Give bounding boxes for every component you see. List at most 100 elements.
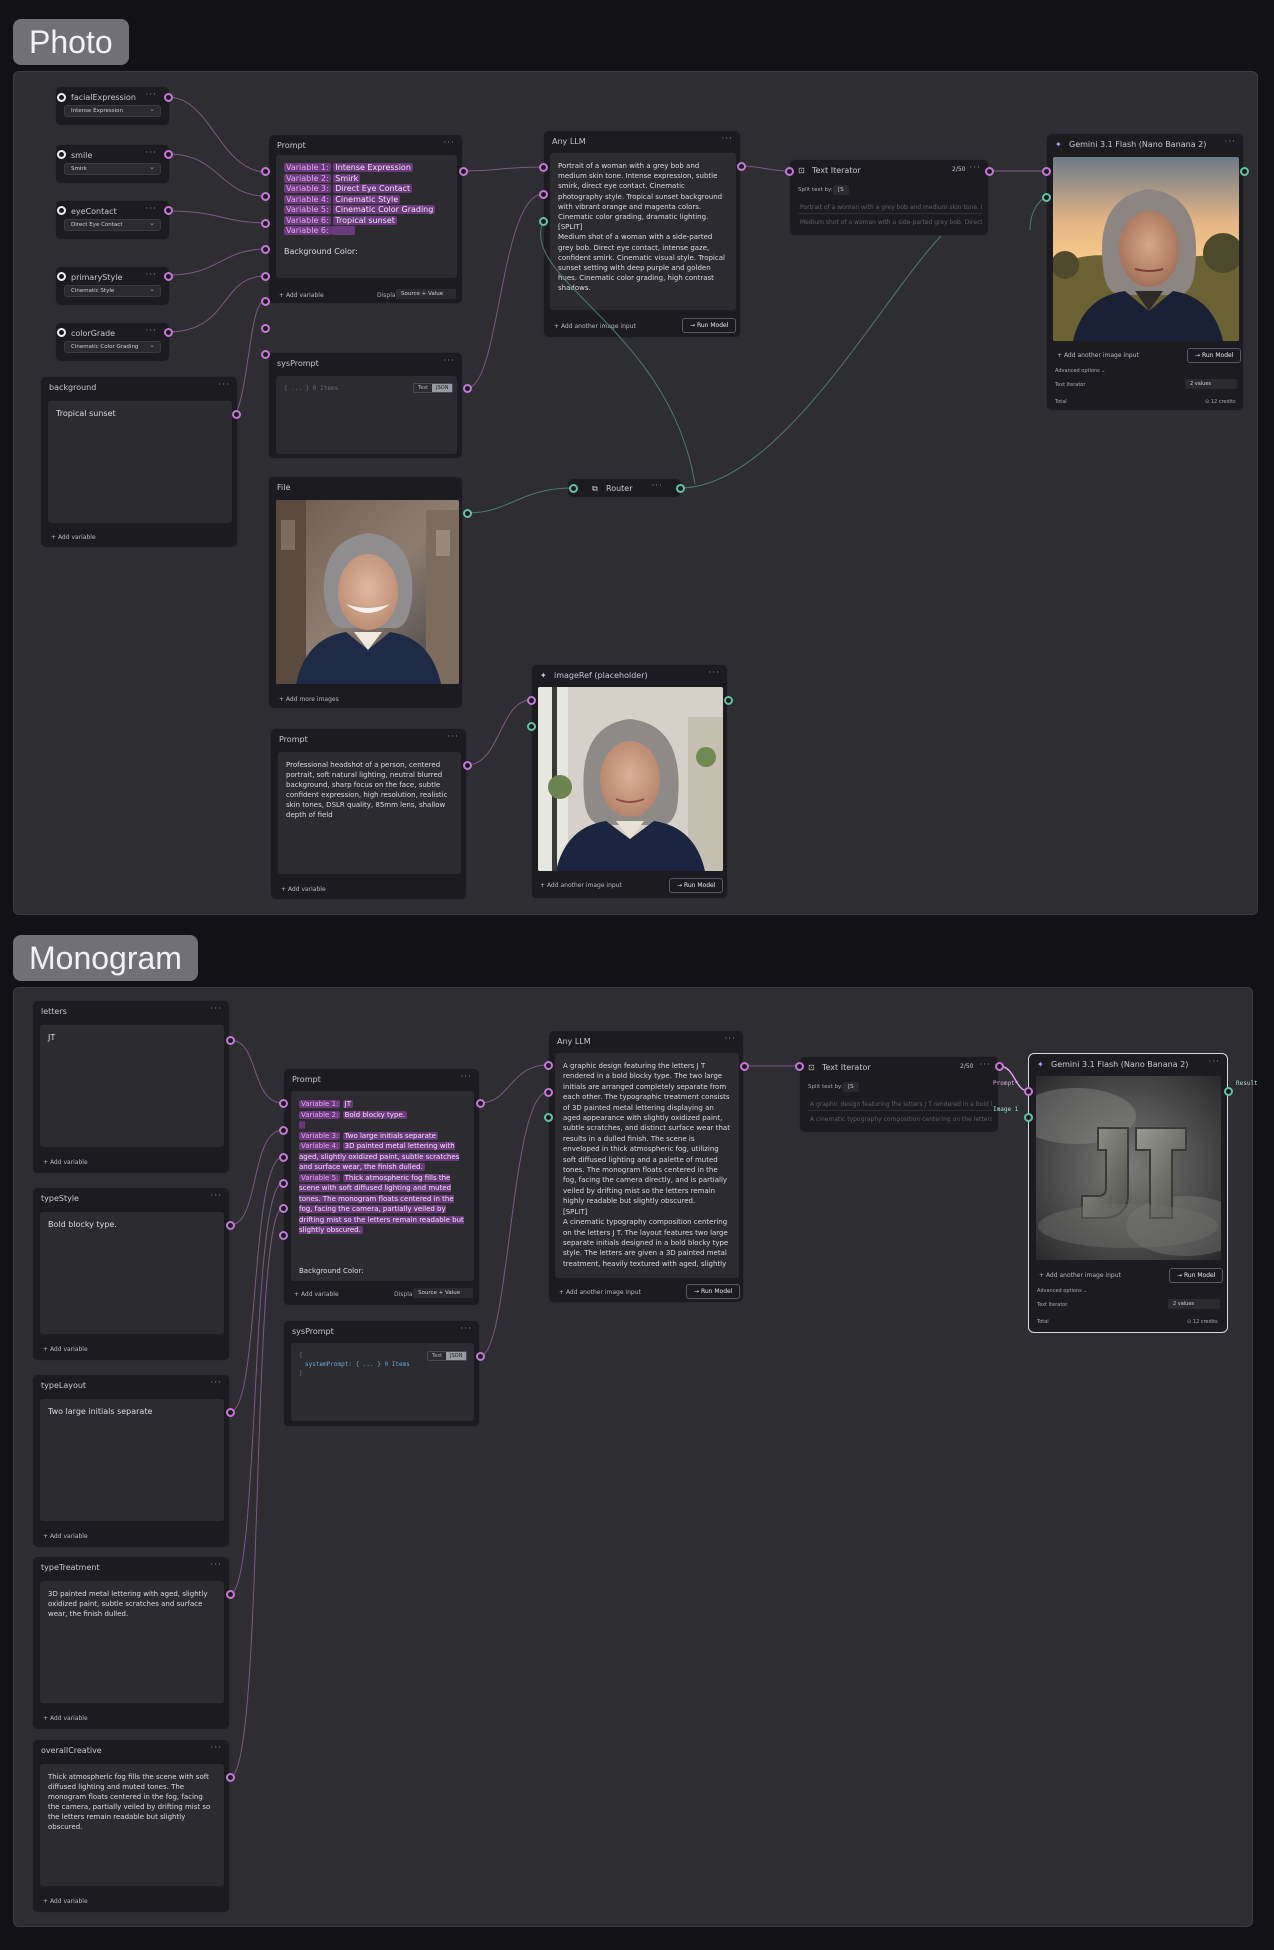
- input-port[interactable]: [279, 1179, 288, 1188]
- more-options-icon[interactable]: ···: [979, 1060, 991, 1070]
- more-options-icon[interactable]: ···: [210, 1560, 222, 1570]
- more-options-icon[interactable]: ···: [145, 326, 157, 336]
- text-iterator-node[interactable]: ⊡ Text Iterator 2/50 ··· Split text by: …: [789, 159, 989, 236]
- output-port[interactable]: [459, 167, 468, 176]
- input-port[interactable]: [261, 192, 270, 201]
- more-options-icon[interactable]: ···: [145, 90, 157, 100]
- group-label-photo[interactable]: Photo: [13, 19, 129, 65]
- input-port[interactable]: [1042, 193, 1051, 202]
- add-variable-button[interactable]: + Add variable: [43, 1159, 88, 1166]
- input-port[interactable]: [57, 206, 66, 215]
- input-port[interactable]: [279, 1126, 288, 1135]
- output-port[interactable]: [985, 167, 994, 176]
- input-port[interactable]: [527, 696, 536, 705]
- group-label-monogram[interactable]: Monogram: [13, 935, 198, 981]
- sysprompt-node[interactable]: sysPrompt ··· { systemPrompt: { ... } 0 …: [283, 1320, 480, 1427]
- input-port[interactable]: [279, 1099, 288, 1108]
- input-port[interactable]: [57, 93, 66, 102]
- input-port[interactable]: [544, 1061, 553, 1070]
- add-image-input-button[interactable]: + Add another image input: [1057, 352, 1139, 359]
- more-options-icon[interactable]: ···: [443, 138, 455, 148]
- var-node-eye-contact[interactable]: eyeContact ··· Direct Eye Contact: [55, 200, 170, 240]
- input-port[interactable]: [539, 190, 548, 199]
- more-options-icon[interactable]: ···: [145, 148, 157, 158]
- uploaded-portrait-image[interactable]: [276, 500, 459, 684]
- output-port[interactable]: [226, 1590, 235, 1599]
- llm-output[interactable]: Portrait of a woman with a grey bob and …: [550, 153, 736, 310]
- prompt-node[interactable]: Prompt ··· Variable 1: JT Variable 2: Bo…: [283, 1068, 480, 1306]
- add-image-input-button[interactable]: + Add another image input: [540, 882, 622, 889]
- input-port[interactable]: [261, 219, 270, 228]
- more-options-icon[interactable]: ···: [1224, 137, 1236, 147]
- input-port[interactable]: [261, 245, 270, 254]
- add-variable-button[interactable]: + Add variable: [43, 1898, 88, 1905]
- input-port[interactable]: [544, 1088, 553, 1097]
- text-node-type-layout[interactable]: typeLayout ··· Two large initials separa…: [32, 1374, 230, 1548]
- text-area[interactable]: Bold blocky type.: [40, 1212, 224, 1334]
- run-model-button[interactable]: → Run Model: [669, 878, 724, 893]
- display-select[interactable]: Source + Value: [413, 1288, 473, 1298]
- add-variable-button[interactable]: + Add variable: [43, 1533, 88, 1540]
- advanced-options-toggle[interactable]: Advanced options ⌄: [1055, 368, 1105, 374]
- text-area[interactable]: JT: [40, 1025, 224, 1147]
- add-image-input-button[interactable]: + Add another image input: [554, 323, 636, 330]
- input-port[interactable]: [544, 1113, 553, 1122]
- output-port[interactable]: [232, 410, 241, 419]
- output-port-result[interactable]: [1224, 1087, 1233, 1096]
- output-port[interactable]: [737, 162, 746, 171]
- output-port[interactable]: [164, 272, 173, 281]
- text-node-background[interactable]: background ··· Tropical sunset + Add var…: [40, 376, 238, 548]
- text-json-toggle[interactable]: Text JSON: [413, 383, 454, 393]
- prompt-editor[interactable]: Variable 1: Intense Expression Variable …: [276, 155, 457, 278]
- text-json-toggle[interactable]: Text JSON: [427, 1351, 468, 1361]
- output-port[interactable]: [164, 93, 173, 102]
- split-input[interactable]: [S: [833, 185, 849, 195]
- select-eye-contact[interactable]: Direct Eye Contact: [64, 219, 161, 231]
- output-port[interactable]: [724, 696, 733, 705]
- input-port[interactable]: [261, 297, 270, 306]
- gemini-node[interactable]: ✦ Gemini 3.1 Flash (Nano Banana 2) ··· +…: [1028, 1053, 1228, 1333]
- output-port[interactable]: [164, 206, 173, 215]
- output-port[interactable]: [226, 1036, 235, 1045]
- more-options-icon[interactable]: ···: [443, 356, 455, 366]
- input-port[interactable]: [527, 722, 536, 731]
- text-iterator-node[interactable]: ⊡ Text Iterator 2/50 ··· Split text by: …: [799, 1056, 999, 1133]
- advanced-options-toggle[interactable]: Advanced options ⌄: [1037, 1288, 1087, 1294]
- add-variable-button[interactable]: + Add variable: [294, 1291, 339, 1298]
- more-options-icon[interactable]: ···: [724, 1034, 736, 1044]
- text-node-overall-creative[interactable]: overallCreative ··· Thick atmospheric fo…: [32, 1739, 230, 1913]
- input-port[interactable]: [261, 272, 270, 281]
- input-port-image[interactable]: [1024, 1113, 1033, 1122]
- file-node[interactable]: File + Add more images: [268, 476, 463, 709]
- router-node[interactable]: ⧉ Router ···: [567, 478, 682, 498]
- input-port[interactable]: [261, 167, 270, 176]
- more-options-icon[interactable]: ···: [145, 270, 157, 280]
- output-port[interactable]: [164, 150, 173, 159]
- output-port[interactable]: [476, 1352, 485, 1361]
- output-port[interactable]: [226, 1221, 235, 1230]
- add-variable-button[interactable]: + Add variable: [281, 886, 326, 893]
- text-node-type-style[interactable]: typeStyle ··· Bold blocky type. + Add va…: [32, 1187, 230, 1361]
- more-options-icon[interactable]: ···: [210, 1743, 222, 1753]
- input-port[interactable]: [57, 150, 66, 159]
- output-port[interactable]: [476, 1099, 485, 1108]
- input-port[interactable]: [279, 1153, 288, 1162]
- text-area[interactable]: Two large initials separate: [40, 1399, 224, 1521]
- output-port[interactable]: [226, 1773, 235, 1782]
- add-variable-button[interactable]: + Add variable: [279, 292, 324, 299]
- run-model-button[interactable]: → Run Model: [1169, 1268, 1224, 1283]
- text-area[interactable]: Thick atmospheric fog fills the scene wi…: [40, 1764, 224, 1886]
- more-options-icon[interactable]: ···: [708, 668, 720, 678]
- prompt-editor[interactable]: Variable 1: JT Variable 2: Bold blocky t…: [291, 1091, 474, 1281]
- output-port[interactable]: [463, 761, 472, 770]
- var-node-primary-style[interactable]: primaryStyle ··· Cinematic Style: [55, 266, 170, 306]
- output-port[interactable]: [164, 328, 173, 337]
- llm-node[interactable]: Any LLM ··· A graphic design featuring t…: [548, 1030, 744, 1303]
- generated-monogram-image[interactable]: [1036, 1076, 1221, 1260]
- input-port-prompt[interactable]: [1024, 1087, 1033, 1096]
- output-port[interactable]: [676, 484, 685, 493]
- select-smile[interactable]: Smirk: [64, 163, 161, 175]
- sysprompt-node[interactable]: sysPrompt ··· { ... } 0 Items Text JSON: [268, 352, 463, 459]
- more-options-icon[interactable]: ···: [460, 1072, 472, 1082]
- prompt-node-2[interactable]: Prompt ··· Professional headshot of a pe…: [270, 728, 467, 900]
